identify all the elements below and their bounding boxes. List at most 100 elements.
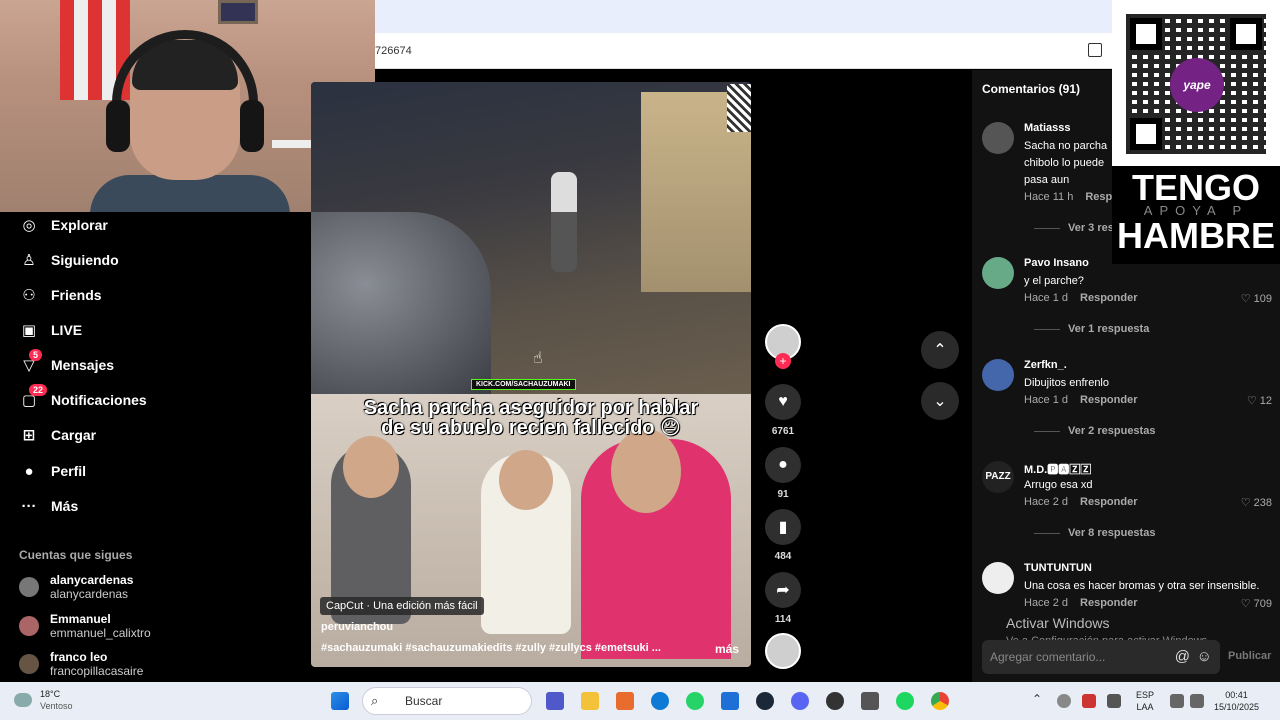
sidebar-item-label: LIVE xyxy=(51,322,83,338)
qr-finder xyxy=(1230,18,1262,50)
tray-app-icon[interactable] xyxy=(1082,694,1096,708)
windows-start-icon[interactable] xyxy=(331,692,349,710)
copilot-icon[interactable] xyxy=(616,692,634,710)
comments-title: Comentarios (91) xyxy=(982,82,1081,96)
network-icon[interactable] xyxy=(1170,694,1184,708)
mention-icon[interactable]: @ xyxy=(1175,640,1190,674)
publish-button[interactable]: Publicar xyxy=(1228,650,1271,662)
clock[interactable]: 00:41 15/10/2025 xyxy=(1214,689,1259,713)
hand-cursor-icon: ☝ xyxy=(533,350,543,367)
language-indicator[interactable]: ESP LAA xyxy=(1136,689,1154,713)
like-button[interactable]: ♥ 6761 xyxy=(764,384,802,437)
comment-user[interactable]: Matiasss xyxy=(1024,122,1070,134)
chrome-icon[interactable] xyxy=(931,692,949,710)
store-icon[interactable] xyxy=(721,692,739,710)
comment-button[interactable]: ● 91 xyxy=(764,447,802,500)
sidebar-item-live[interactable]: ▣ LIVE xyxy=(19,315,82,345)
save-button[interactable]: ▮ 484 xyxy=(764,509,802,562)
reply-button[interactable]: Responder xyxy=(1080,496,1137,508)
following-title: Cuentas que sigues xyxy=(19,548,133,562)
emoji-icon[interactable]: ☺ xyxy=(1197,640,1212,674)
edge-icon[interactable] xyxy=(651,692,669,710)
reply-button[interactable]: Responder xyxy=(1080,292,1137,304)
video-player[interactable]: KICK.COM/SACHAUZUMAKI Sacha parcha asegu… xyxy=(311,82,751,667)
following-account[interactable]: Emmanuel emmanuel_calixtro xyxy=(19,612,151,640)
avatar[interactable]: PAZZ xyxy=(982,461,1014,493)
avatar xyxy=(19,577,39,597)
next-video-button[interactable]: ⌄ xyxy=(921,382,959,420)
file-explorer-icon[interactable] xyxy=(581,692,599,710)
comment-meta: Hace 2 d Responder xyxy=(1024,496,1138,508)
messages-badge: 5 xyxy=(29,349,43,361)
steam-icon[interactable] xyxy=(756,692,774,710)
comment-time: Hace 2 d xyxy=(1024,597,1069,609)
sidebar-item-explorar[interactable]: ◎ Explorar xyxy=(19,210,108,240)
avatar[interactable] xyxy=(982,359,1014,391)
sidebar-item-perfil[interactable]: ● Perfil xyxy=(19,456,86,486)
comment-user[interactable]: TUNTUNTUN xyxy=(1024,562,1092,574)
volume-icon[interactable] xyxy=(1190,694,1204,708)
spotify-icon[interactable] xyxy=(896,692,914,710)
tray-app-icon[interactable] xyxy=(1057,694,1071,708)
follow-plus-icon[interactable]: + xyxy=(775,353,791,369)
comment-text: Sacha no parcha chibolo lo puede pasa au… xyxy=(1024,140,1108,186)
video-hashtags[interactable]: #sachauzumaki #sachauzumakiedits #zully … xyxy=(321,642,691,654)
weather-widget[interactable]: 18°C Ventoso xyxy=(14,688,73,712)
sidebar-item-mensajes[interactable]: ▽ 5 Mensajes xyxy=(19,349,114,380)
capcut-tag[interactable]: CapCut · Una edición más fácil xyxy=(320,597,484,615)
obs-icon[interactable] xyxy=(826,692,844,710)
more-button[interactable]: más xyxy=(715,642,739,656)
comment-user[interactable]: M.D.🅿🅰🅉🅉 xyxy=(1024,461,1091,477)
sidebar-item-label: Explorar xyxy=(51,217,108,233)
teams-icon[interactable] xyxy=(546,692,564,710)
comment-input[interactable]: Agregar comentario... @ ☺ xyxy=(982,640,1220,674)
banner-line: HAMBRE xyxy=(1117,215,1275,256)
like-count: 709 xyxy=(1253,598,1272,610)
view-replies-button[interactable]: Ver 2 respuestas xyxy=(1034,425,1155,437)
share-button[interactable]: ➦ 114 xyxy=(764,572,802,625)
sidebar-item-mas[interactable]: ··· Más xyxy=(19,491,79,521)
comment-like[interactable]: ♡ 12 xyxy=(1247,394,1272,407)
taskbar-search[interactable]: ⌕ Buscar xyxy=(362,687,532,715)
account-handle: alanycardenas xyxy=(50,587,129,601)
tray-app-icon[interactable] xyxy=(1107,694,1121,708)
avatar[interactable] xyxy=(982,562,1014,594)
sidebar-item-label: Siguiendo xyxy=(51,252,119,268)
comment-like[interactable]: ♡ 709 xyxy=(1241,597,1272,610)
view-replies-button[interactable]: Ver 8 respuestas xyxy=(1034,527,1155,539)
comment-like[interactable]: ♡ 109 xyxy=(1241,292,1272,305)
headset-right-cup xyxy=(240,100,264,152)
sidebar-item-cargar[interactable]: ⊞ Cargar xyxy=(19,420,96,450)
music-disc-avatar[interactable] xyxy=(765,633,801,669)
reply-button[interactable]: Responder xyxy=(1080,597,1137,609)
account-name: alanycardenas xyxy=(50,573,134,587)
avatar[interactable] xyxy=(982,257,1014,289)
tray-chevron-up-icon[interactable]: ⌃ xyxy=(1032,692,1042,706)
calculator-icon[interactable] xyxy=(861,692,879,710)
comment-text: y el parche? xyxy=(1024,275,1084,287)
video-author[interactable]: peruvianchou xyxy=(321,621,393,633)
comment-like[interactable]: ♡ 238 xyxy=(1241,496,1272,509)
sidebar-item-label: Perfil xyxy=(51,463,87,479)
whatsapp-icon[interactable] xyxy=(686,692,704,710)
following-account[interactable]: alanycardenas alanycardenas xyxy=(19,573,133,601)
reply-button[interactable]: Responder xyxy=(1080,394,1137,406)
extension-icon[interactable] xyxy=(1088,43,1102,57)
avatar[interactable] xyxy=(982,122,1014,154)
sidebar-item-label: Friends xyxy=(51,287,102,303)
comment-user[interactable]: Pavo Insano xyxy=(1024,257,1089,269)
sidebar-item-friends[interactable]: ⚇ Friends xyxy=(19,280,102,310)
streamer-body xyxy=(90,175,290,212)
previous-video-button[interactable]: ⌃ xyxy=(921,331,959,369)
kick-watermark: KICK.COM/SACHAUZUMAKI xyxy=(471,379,576,390)
sidebar-item-notificaciones[interactable]: ▢ 22 Notificaciones xyxy=(19,384,147,415)
messages-icon: ▽ 5 xyxy=(19,349,43,375)
discord-icon[interactable] xyxy=(791,692,809,710)
view-replies-button[interactable]: Ver 1 respuesta xyxy=(1034,323,1149,335)
video-caption: Sacha parcha aseguidor por hablar de su … xyxy=(311,398,751,438)
comment-user[interactable]: Zerfkn_. xyxy=(1024,359,1067,371)
heart-outline-icon: ♡ xyxy=(1240,598,1251,610)
sidebar-item-siguiendo[interactable]: ♙ Siguiendo xyxy=(19,245,119,275)
address-bar[interactable]: 726674 xyxy=(375,33,1112,69)
following-account[interactable]: franco leo francopillacasaire xyxy=(19,650,143,678)
